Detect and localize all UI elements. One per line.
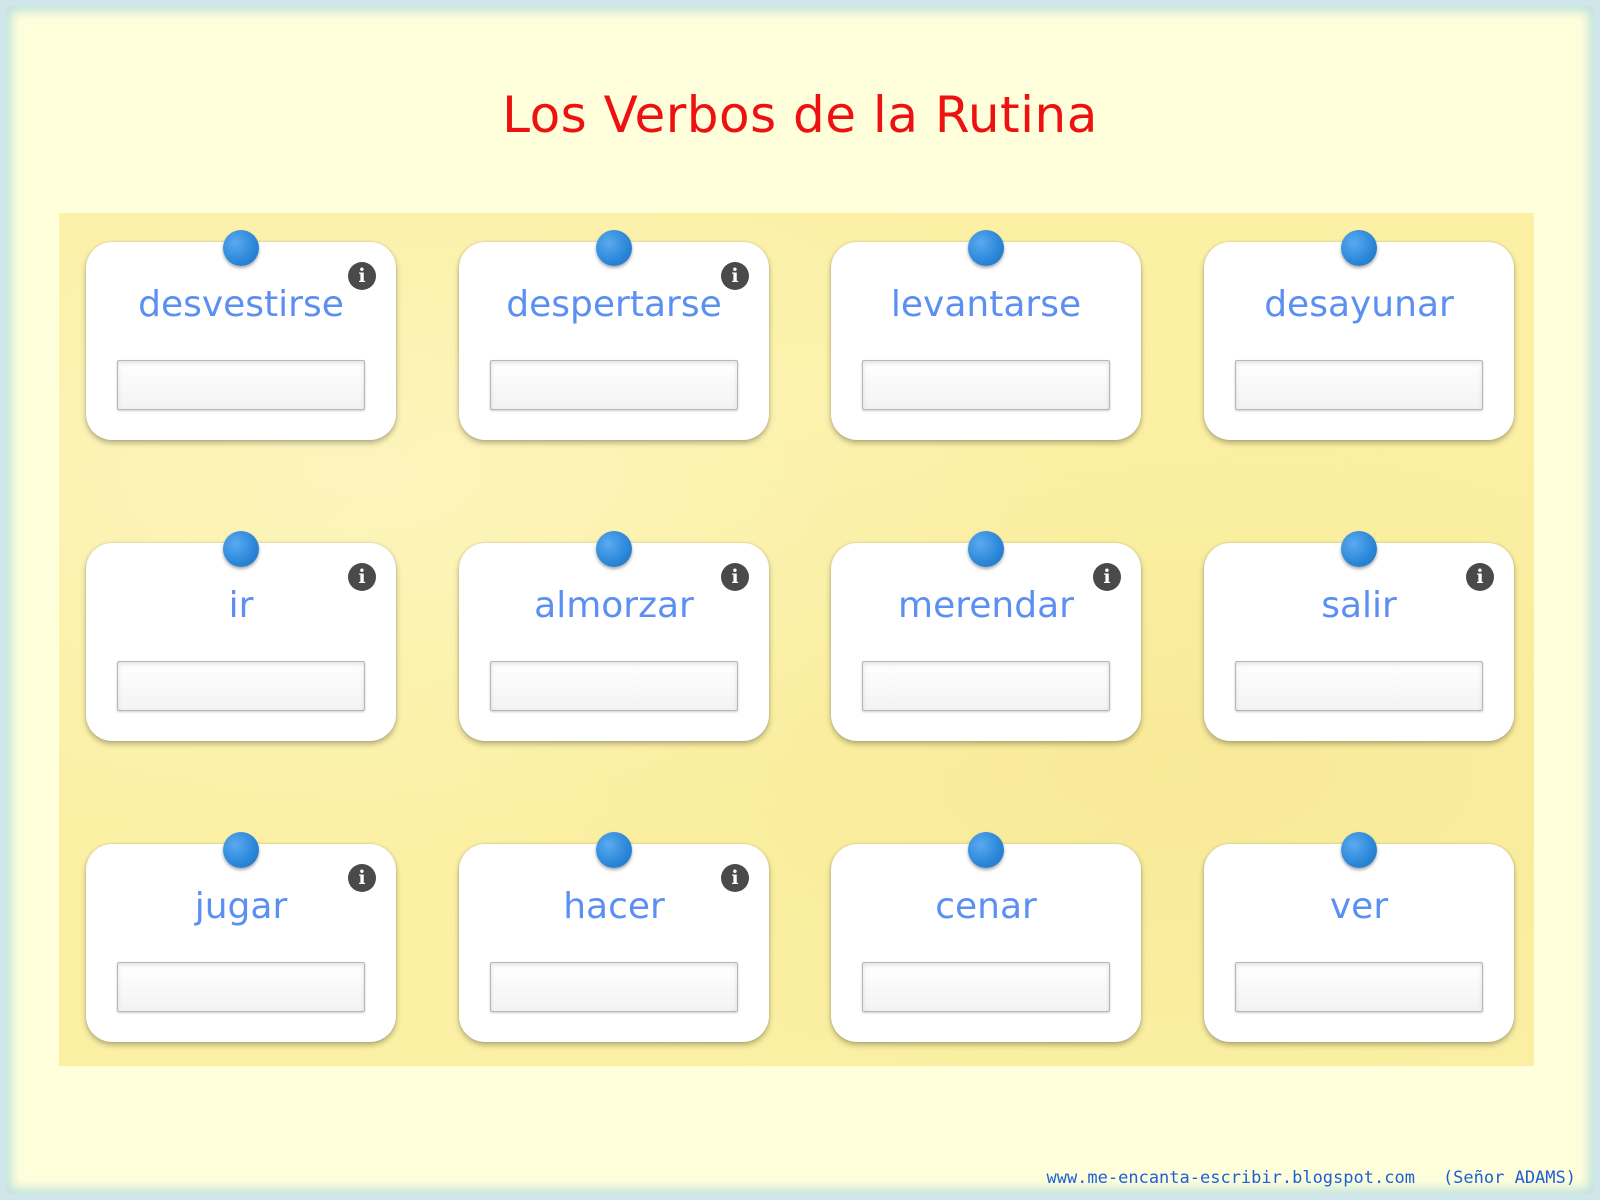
verb-label: desvestirse	[138, 284, 344, 325]
verb-label: merendar	[898, 585, 1074, 626]
answer-input[interactable]	[1235, 360, 1483, 410]
answer-input[interactable]	[490, 962, 738, 1012]
pushpin-icon	[968, 531, 1004, 567]
verb-label: almorzar	[534, 585, 694, 626]
answer-input[interactable]	[490, 360, 738, 410]
verb-label: cenar	[935, 886, 1037, 927]
verb-card: i jugar	[86, 832, 396, 1042]
answer-input[interactable]	[490, 661, 738, 711]
footer-url-link[interactable]: www.me-encanta-escribir.blogspot.com	[1046, 1168, 1414, 1188]
pushpin-icon	[596, 531, 632, 567]
footer: www.me-encanta-escribir.blogspot.com (Señ…	[1046, 1168, 1576, 1188]
verb-card: cenar	[831, 832, 1141, 1042]
pushpin-icon	[1341, 832, 1377, 868]
verb-card: i despertarse	[459, 230, 769, 440]
pushpin-icon	[1341, 531, 1377, 567]
verb-label: hacer	[563, 886, 665, 927]
page-title: Los Verbos de la Rutina	[502, 86, 1098, 144]
answer-input[interactable]	[1235, 962, 1483, 1012]
verb-label: despertarse	[506, 284, 722, 325]
pushpin-icon	[968, 832, 1004, 868]
verb-card: i salir	[1204, 531, 1514, 741]
verb-card: i merendar	[831, 531, 1141, 741]
verb-label: desayunar	[1264, 284, 1454, 325]
pushpin-icon	[223, 230, 259, 266]
answer-input[interactable]	[1235, 661, 1483, 711]
answer-input[interactable]	[117, 360, 365, 410]
verb-label: salir	[1321, 585, 1397, 626]
pushpin-icon	[223, 832, 259, 868]
answer-input[interactable]	[117, 962, 365, 1012]
answer-input[interactable]	[862, 661, 1110, 711]
verb-card: i ir	[86, 531, 396, 741]
answer-input[interactable]	[862, 360, 1110, 410]
verb-card: levantarse	[831, 230, 1141, 440]
verb-card: i almorzar	[459, 531, 769, 741]
cork-board: i desvestirse i despertarse levantarse d…	[59, 213, 1534, 1066]
verb-label: ir	[228, 585, 254, 626]
verb-label: jugar	[194, 886, 288, 927]
verb-label: levantarse	[890, 284, 1082, 325]
pushpin-icon	[223, 531, 259, 567]
answer-input[interactable]	[117, 661, 365, 711]
footer-credit: (Señor ADAMS)	[1442, 1168, 1576, 1188]
pushpin-icon	[596, 230, 632, 266]
answer-input[interactable]	[862, 962, 1110, 1012]
pushpin-icon	[1341, 230, 1377, 266]
verb-card: ver	[1204, 832, 1514, 1042]
pushpin-icon	[968, 230, 1004, 266]
verb-card: desayunar	[1204, 230, 1514, 440]
verb-label: ver	[1329, 886, 1389, 927]
verb-card: i desvestirse	[86, 230, 396, 440]
pushpin-icon	[596, 832, 632, 868]
verb-card: i hacer	[459, 832, 769, 1042]
